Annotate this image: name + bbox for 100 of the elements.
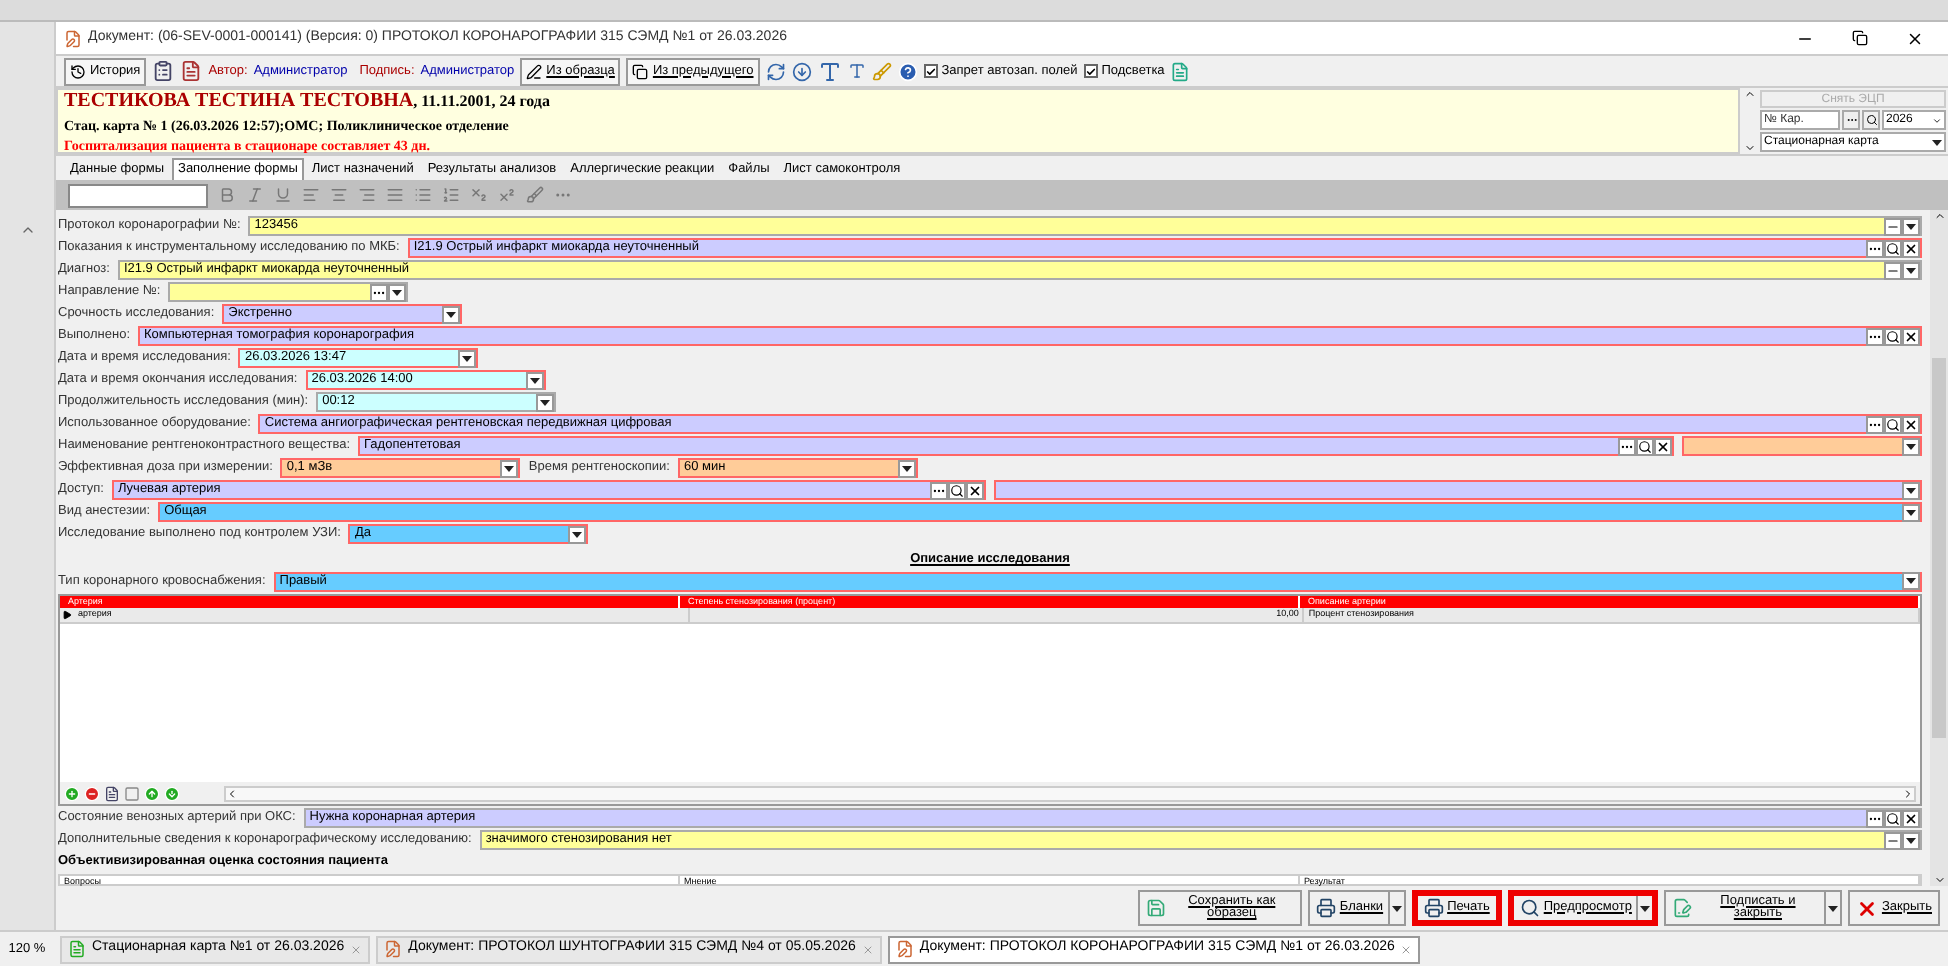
close-icon [1400,943,1413,955]
close-icon [1855,897,1878,919]
dropdown-button[interactable] [500,459,519,477]
check-icon [1085,65,1096,77]
copy-icon [632,63,649,79]
dropdown-button[interactable] [442,305,461,323]
restore-icon[interactable] [1852,30,1868,46]
dropdown-button[interactable] [1902,481,1920,499]
search-button[interactable] [1884,415,1902,433]
triangle-icon [1391,905,1402,911]
vertical-scrollbar[interactable] [1930,210,1948,886]
pen-icon [526,63,543,79]
input-field[interactable] [994,480,1922,500]
more-button[interactable] [1866,327,1884,345]
dropdown-button[interactable] [1902,217,1920,235]
more-button[interactable] [1618,437,1636,455]
card-icon [68,940,86,958]
chevron-down-icon [1932,115,1942,125]
font-decrease-icon[interactable] [847,62,866,80]
dropdown-button[interactable] [536,393,555,411]
printer-icon [1315,898,1336,918]
clear-button[interactable] [1902,327,1920,345]
search-icon [1865,114,1877,126]
search-button[interactable] [1862,110,1880,130]
collapse-button[interactable] [1884,217,1902,235]
triangle-icon [572,531,583,537]
chevron-down-icon [1933,874,1945,886]
close-icon [1904,329,1918,343]
remove-icon[interactable] [84,785,100,802]
search-icon [1638,439,1652,453]
close-icon [1904,241,1918,255]
document-icon [895,940,914,958]
input-field[interactable] [168,282,409,302]
close-icon [1904,417,1918,431]
move-down-icon[interactable] [164,785,180,802]
input-field[interactable] [1682,436,1922,456]
dropdown-button[interactable] [388,283,407,301]
font-increase-icon[interactable] [817,59,842,83]
search-button[interactable] [1636,437,1654,455]
refresh-icon[interactable] [765,61,786,81]
search-button[interactable] [1884,327,1902,345]
triangle-icon [1932,139,1942,145]
row-pointer-icon [62,609,72,620]
document-icon[interactable] [104,785,120,802]
chevron-down-icon [1743,142,1755,154]
dropdown-button[interactable] [1902,261,1920,279]
move-up-icon[interactable] [144,785,160,802]
chevron-up-icon[interactable] [19,222,35,238]
triangle-icon [504,465,515,471]
close-icon [968,483,982,497]
clear-button[interactable] [966,481,984,499]
dropdown-button[interactable] [525,371,544,389]
triangle-icon [446,311,457,317]
horizontal-scrollbar[interactable] [224,785,1916,802]
dropdown-button[interactable] [897,459,916,477]
magnifier-icon [1519,898,1540,918]
document-icon[interactable] [180,60,203,82]
patient-details: , 11.11.2001, 24 года [413,89,550,113]
search-icon [950,483,964,497]
close-icon[interactable] [1906,29,1924,47]
collapse-button[interactable] [1884,831,1902,850]
style-field[interactable] [68,183,208,207]
clear-button[interactable] [1902,415,1920,433]
search-icon [1886,329,1900,343]
check-icon [925,65,936,77]
clock-icon [70,63,86,79]
dropdown-button[interactable] [1902,831,1920,850]
help-icon[interactable] [897,61,918,81]
add-icon[interactable] [64,785,80,802]
triangle-icon [1906,487,1916,493]
close-icon [1904,811,1918,826]
more-button[interactable] [930,481,948,499]
close-icon [1656,439,1670,453]
triangle-icon [1827,905,1838,911]
dropdown-button[interactable] [458,349,477,367]
triangle-icon [462,355,473,361]
more-button[interactable] [1866,809,1884,828]
dropdown-button[interactable] [1902,503,1920,521]
search-button[interactable] [948,481,966,499]
collapse-button[interactable] [1884,261,1902,279]
search-button[interactable] [1884,239,1902,257]
clear-button[interactable] [1902,239,1920,257]
dropdown-button[interactable] [568,525,587,543]
checkbox[interactable] [923,64,938,78]
clipboard-icon[interactable] [152,60,175,82]
clear-button[interactable] [1654,437,1672,455]
more-button[interactable] [1866,415,1884,433]
checkbox[interactable] [1083,64,1098,78]
triangle-icon [1906,837,1916,844]
triangle-icon [1906,443,1916,449]
scrollbar[interactable] [1740,88,1758,154]
more-button[interactable] [370,283,389,301]
close-icon [350,943,363,955]
more-button[interactable] [1866,239,1884,257]
dropdown-button[interactable] [1902,437,1920,455]
clear-button[interactable] [1902,809,1920,828]
dropdown-button[interactable] [1902,572,1920,591]
search-button[interactable] [1884,809,1902,828]
chevron-up-icon [1743,88,1755,100]
close-icon [861,943,874,955]
